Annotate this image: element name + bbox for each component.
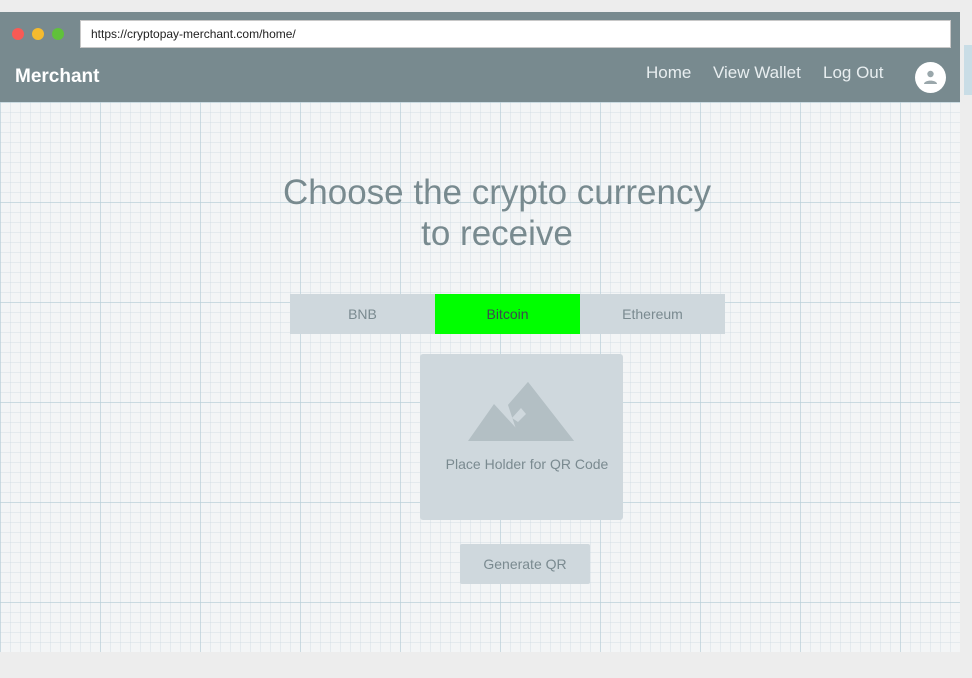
minimize-window-button[interactable] bbox=[32, 28, 44, 40]
tab-bnb[interactable]: BNB bbox=[290, 294, 435, 334]
tab-ethereum[interactable]: Ethereum bbox=[580, 294, 725, 334]
avatar[interactable] bbox=[915, 62, 946, 93]
page-title: Choose the crypto currency to receive bbox=[230, 172, 764, 254]
close-window-button[interactable] bbox=[12, 28, 24, 40]
generate-qr-button[interactable]: Generate QR bbox=[460, 544, 590, 584]
nav-log-out-link[interactable]: Log Out bbox=[823, 63, 884, 83]
main-content: Choose the crypto currency to receive BN… bbox=[0, 102, 960, 652]
browser-window: https://cryptopay-merchant.com/home/ Mer… bbox=[0, 12, 960, 652]
qr-placeholder-label: Place Holder for QR Code bbox=[445, 456, 609, 472]
top-navbar: Merchant Home View Wallet Log Out bbox=[0, 54, 960, 102]
user-icon bbox=[924, 70, 937, 84]
address-bar[interactable]: https://cryptopay-merchant.com/home/ bbox=[80, 20, 951, 48]
nav-home-link[interactable]: Home bbox=[646, 63, 691, 83]
page-title-line-1: Choose the crypto currency bbox=[283, 173, 711, 212]
tab-bitcoin[interactable]: Bitcoin bbox=[435, 294, 580, 334]
maximize-window-button[interactable] bbox=[52, 28, 64, 40]
currency-selector: BNB Bitcoin Ethereum bbox=[290, 294, 725, 334]
brand-logo[interactable]: Merchant bbox=[15, 66, 99, 88]
qr-code-placeholder: Place Holder for QR Code bbox=[420, 354, 623, 520]
image-placeholder-icon bbox=[468, 382, 574, 441]
browser-titlebar: https://cryptopay-merchant.com/home/ bbox=[0, 12, 960, 54]
scrollbar[interactable] bbox=[964, 45, 972, 95]
page-title-line-2: to receive bbox=[421, 214, 573, 253]
nav-view-wallet-link[interactable]: View Wallet bbox=[713, 63, 801, 83]
